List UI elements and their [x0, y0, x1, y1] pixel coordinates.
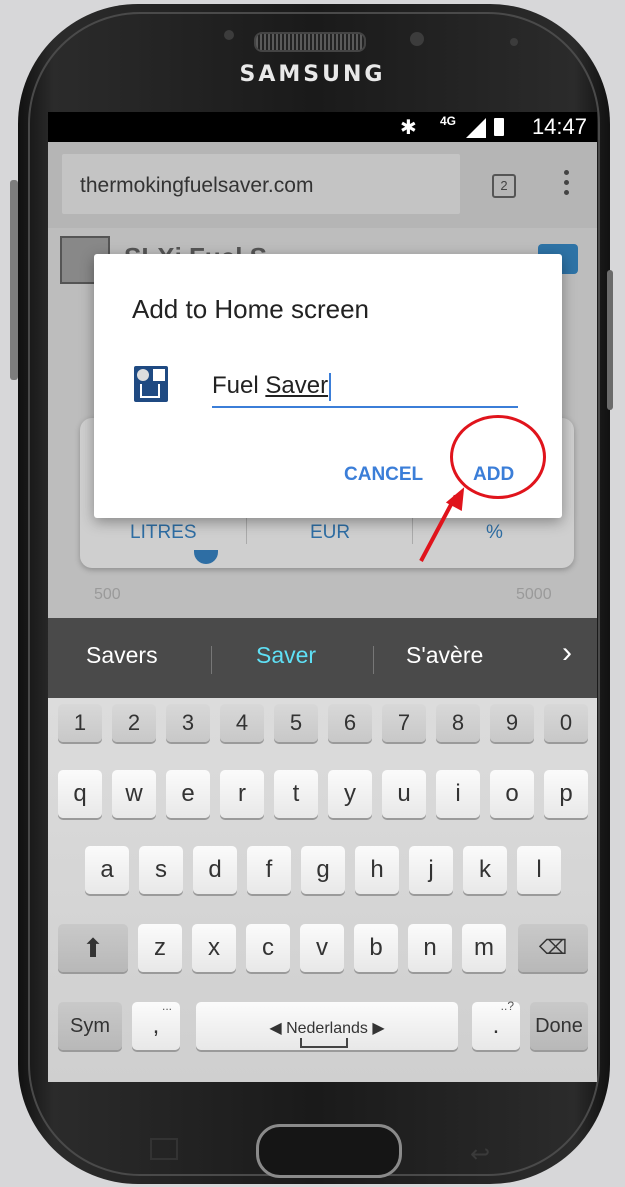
- key-2[interactable]: 2: [112, 704, 156, 742]
- key-k[interactable]: k: [463, 846, 507, 894]
- tab-switcher-button[interactable]: 2: [492, 174, 516, 198]
- key-z[interactable]: z: [138, 924, 182, 972]
- suggestion-item[interactable]: Savers: [86, 642, 158, 669]
- home-button[interactable]: [256, 1124, 402, 1178]
- key-j[interactable]: j: [409, 846, 453, 894]
- key-m[interactable]: m: [462, 924, 506, 972]
- key-5[interactable]: 5: [274, 704, 318, 742]
- key-a[interactable]: a: [85, 846, 129, 894]
- space-bar-icon: [300, 1038, 348, 1048]
- done-key[interactable]: Done: [530, 1002, 588, 1050]
- app-icon: [134, 366, 168, 402]
- bluetooth-icon: ✱: [400, 117, 417, 139]
- space-language-label: ◀ Nederlands ▶: [269, 1020, 385, 1037]
- key-1[interactable]: 1: [58, 704, 102, 742]
- key-x[interactable]: x: [192, 924, 236, 972]
- suggestion-item-active[interactable]: Saver: [256, 642, 316, 669]
- suggestion-divider: [211, 646, 212, 674]
- key-s[interactable]: s: [139, 846, 183, 894]
- comma-hint: ...: [161, 999, 172, 1013]
- key-d[interactable]: d: [193, 846, 237, 894]
- key-3[interactable]: 3: [166, 704, 210, 742]
- key-9[interactable]: 9: [490, 704, 534, 742]
- key-7[interactable]: 7: [382, 704, 426, 742]
- space-key[interactable]: ◀ Nederlands ▶: [196, 1002, 458, 1050]
- more-vert-icon[interactable]: [564, 170, 572, 200]
- range-min: 500: [94, 586, 121, 603]
- key-p[interactable]: p: [544, 770, 588, 818]
- shift-key[interactable]: ⬆: [58, 924, 128, 972]
- key-o[interactable]: o: [490, 770, 534, 818]
- suggestion-divider: [373, 646, 374, 674]
- period-key[interactable]: ..? .: [472, 999, 520, 1050]
- comma-key[interactable]: ... ,: [132, 999, 180, 1050]
- key-e[interactable]: e: [166, 770, 210, 818]
- input-text: Fuel: [212, 372, 266, 399]
- browser-toolbar: thermokingfuelsaver.com 2: [48, 142, 597, 228]
- segment-litres[interactable]: LITRES: [130, 522, 197, 544]
- suggestion-item[interactable]: S'avère: [406, 642, 483, 669]
- key-h[interactable]: h: [355, 846, 399, 894]
- input-composing-text: Saver: [265, 372, 329, 399]
- power-button: [607, 270, 613, 410]
- network-type: 4G: [440, 114, 457, 128]
- menu-key-icon[interactable]: [150, 1138, 178, 1160]
- segment-eur[interactable]: EUR: [310, 522, 350, 544]
- signal-icon: [466, 118, 486, 138]
- key-6[interactable]: 6: [328, 704, 372, 742]
- key-y[interactable]: y: [328, 770, 372, 818]
- front-camera: [410, 32, 424, 46]
- status-bar: ✱ 4G 14:47: [48, 112, 597, 142]
- volume-button: [10, 180, 18, 380]
- key-c[interactable]: c: [246, 924, 290, 972]
- key-0[interactable]: 0: [544, 704, 588, 742]
- segment-percent[interactable]: %: [486, 522, 503, 544]
- key-g[interactable]: g: [301, 846, 345, 894]
- backspace-key[interactable]: ⌫: [518, 924, 588, 972]
- battery-icon: [494, 118, 504, 136]
- key-w[interactable]: w: [112, 770, 156, 818]
- period-hint: ..?: [500, 999, 514, 1013]
- brand-logo: SAMSUNG: [239, 62, 386, 87]
- keyboard: 1 2 3 4 5 6 7 8 9 0 q w e r t y u i o p …: [48, 698, 597, 1082]
- address-bar[interactable]: thermokingfuelsaver.com: [62, 154, 460, 214]
- key-8[interactable]: 8: [436, 704, 480, 742]
- suggestion-bar: Savers Saver S'avère ›: [48, 618, 597, 698]
- back-key-icon[interactable]: ↩: [470, 1140, 490, 1169]
- clock: 14:47: [531, 114, 587, 139]
- chevron-right-icon[interactable]: ›: [562, 636, 572, 670]
- key-l[interactable]: l: [517, 846, 561, 894]
- key-q[interactable]: q: [58, 770, 102, 818]
- key-4[interactable]: 4: [220, 704, 264, 742]
- light-sensor: [510, 38, 518, 46]
- key-b[interactable]: b: [354, 924, 398, 972]
- range-max: 5000: [516, 586, 552, 603]
- text-caret: [329, 372, 332, 401]
- key-n[interactable]: n: [408, 924, 452, 972]
- earpiece-speaker: [254, 32, 366, 52]
- comma-label: ,: [152, 1012, 160, 1039]
- sym-key[interactable]: Sym: [58, 1002, 122, 1050]
- shortcut-name-input[interactable]: Fuel Saver: [212, 366, 518, 408]
- key-v[interactable]: v: [300, 924, 344, 972]
- url-text: thermokingfuelsaver.com: [80, 174, 314, 197]
- period-label: .: [492, 1012, 500, 1039]
- key-r[interactable]: r: [220, 770, 264, 818]
- key-t[interactable]: t: [274, 770, 318, 818]
- proximity-sensor: [224, 30, 234, 40]
- annotation-circle: [450, 415, 546, 499]
- key-u[interactable]: u: [382, 770, 426, 818]
- key-f[interactable]: f: [247, 846, 291, 894]
- dialog-title: Add to Home screen: [132, 294, 370, 324]
- key-i[interactable]: i: [436, 770, 480, 818]
- cancel-button[interactable]: CANCEL: [344, 464, 423, 486]
